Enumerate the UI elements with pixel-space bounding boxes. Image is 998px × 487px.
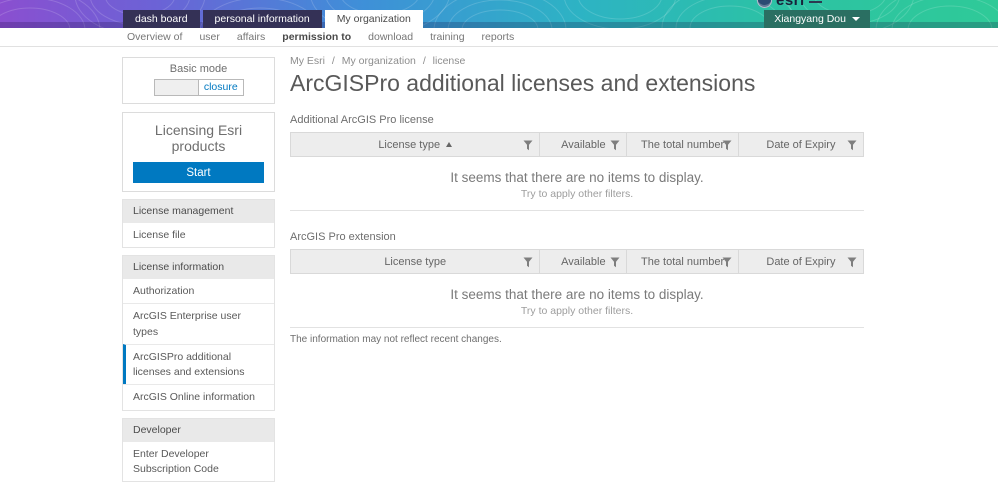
- column-header-total-number[interactable]: The total number: [627, 250, 739, 273]
- tab-my-organization[interactable]: My organization: [324, 10, 423, 28]
- primary-tabs: dash board personal information My organ…: [123, 10, 423, 28]
- breadcrumb-my-organization[interactable]: My organization: [342, 55, 416, 67]
- basic-mode-panel: Basic mode closure: [122, 57, 275, 104]
- sidebar-item-authorization[interactable]: Authorization: [123, 278, 274, 304]
- sidebar-item-arcgis-online-information[interactable]: ArcGIS Online information: [123, 384, 274, 410]
- sidebar-section-developer: Developer Enter Developer Subscription C…: [122, 417, 275, 482]
- start-button[interactable]: Start: [133, 162, 264, 183]
- esri-logo-text: esri: [776, 0, 805, 9]
- main-panel: My Esri / My organization / license ArcG…: [290, 47, 864, 345]
- sidebar-section-license-information: License information Authorization ArcGIS…: [122, 255, 275, 411]
- licensing-title: Licensing Esri products: [154, 122, 243, 154]
- esri-logo-subtext: [808, 0, 822, 3]
- column-header-date-of-expiry[interactable]: Date of Expiry: [739, 133, 863, 156]
- column-header-date-of-expiry[interactable]: Date of Expiry: [739, 250, 863, 273]
- esri-globe-icon: [757, 0, 772, 8]
- column-label: Date of Expiry: [766, 138, 836, 151]
- grid-header-row: License type Available The total number: [290, 249, 864, 274]
- column-header-available[interactable]: Available: [540, 250, 628, 273]
- empty-state-title: It seems that there are no items to disp…: [450, 287, 704, 302]
- column-header-available[interactable]: Available: [540, 133, 628, 156]
- content-area: Basic mode closure Licensing Esri produc…: [0, 47, 998, 487]
- sidebar-section-license-management: License management License file: [122, 199, 275, 249]
- filter-icon[interactable]: [847, 257, 857, 268]
- subnav-reports[interactable]: reports: [482, 31, 515, 43]
- chevron-down-icon: [852, 17, 860, 21]
- filter-icon[interactable]: [523, 257, 533, 268]
- sort-ascending-icon: [446, 142, 453, 147]
- subnav-overview[interactable]: Overview of: [127, 31, 182, 43]
- user-menu-button[interactable]: Xiangyang Dou: [764, 10, 870, 28]
- breadcrumb: My Esri / My organization / license: [290, 55, 864, 67]
- breadcrumb-license[interactable]: license: [433, 55, 466, 67]
- grid-empty-state: It seems that there are no items to disp…: [290, 274, 864, 328]
- toggle-empty-segment[interactable]: [154, 80, 199, 95]
- filter-icon[interactable]: [722, 140, 732, 151]
- subnav-download[interactable]: download: [368, 31, 413, 43]
- section-header: License information: [123, 256, 274, 279]
- sidebar: Basic mode closure Licensing Esri produc…: [122, 57, 275, 487]
- section-header: License management: [123, 200, 274, 222]
- subnav-permission-to[interactable]: permission to: [282, 31, 351, 43]
- breadcrumb-separator: /: [331, 55, 335, 67]
- basic-mode-toggle[interactable]: closure: [153, 79, 244, 96]
- column-label: The total number: [641, 255, 725, 268]
- filter-icon[interactable]: [523, 140, 533, 151]
- section-label-additional-license: Additional ArcGIS Pro license: [290, 114, 434, 126]
- column-label: Date of Expiry: [766, 255, 836, 268]
- grid-empty-state: It seems that there are no items to disp…: [290, 157, 864, 211]
- sidebar-item-enterprise-user-types[interactable]: ArcGIS Enterprise user types: [123, 303, 274, 344]
- subnav-affairs[interactable]: affairs: [237, 31, 265, 43]
- empty-state-subtitle: Try to apply other filters.: [520, 305, 634, 317]
- filter-icon[interactable]: [722, 257, 732, 268]
- sidebar-item-developer-subscription-code[interactable]: Enter Developer Subscription Code: [123, 440, 274, 481]
- secondary-nav: Overview of user affairs permission to d…: [0, 28, 998, 47]
- basic-mode-label: Basic mode: [169, 63, 228, 75]
- column-label: Available: [561, 138, 606, 151]
- grid-additional-arcgis-pro-license: License type Available The total number: [290, 132, 864, 211]
- empty-state-title: It seems that there are no items to disp…: [450, 170, 704, 185]
- section-label-pro-extension: ArcGIS Pro extension: [290, 231, 396, 243]
- subnav-training[interactable]: training: [430, 31, 464, 43]
- filter-icon[interactable]: [847, 140, 857, 151]
- filter-icon[interactable]: [610, 257, 620, 268]
- esri-logo[interactable]: esri: [757, 0, 822, 10]
- sidebar-item-arcgispro-additional-licenses[interactable]: ArcGISPro additional licenses and extens…: [123, 343, 274, 385]
- toggle-closure-label[interactable]: closure: [199, 80, 243, 95]
- tab-personal-information[interactable]: personal information: [202, 10, 322, 28]
- column-label: Available: [561, 255, 606, 268]
- subnav-user[interactable]: user: [199, 31, 219, 43]
- licensing-panel: Licensing Esri products Start: [122, 112, 275, 192]
- section-header: Developer: [123, 418, 274, 441]
- user-menu-label: Xiangyang Dou: [774, 13, 846, 25]
- column-label: The total number: [641, 138, 725, 151]
- page-title: ArcGISPro additional licenses and extens…: [290, 70, 756, 96]
- grid-arcgis-pro-extension: License type Available The total number: [290, 249, 864, 328]
- column-label: License type: [384, 255, 447, 268]
- column-header-license-type[interactable]: License type: [291, 133, 541, 156]
- breadcrumb-separator: /: [422, 55, 426, 67]
- grid-header-row: License type Available The total number: [290, 132, 864, 157]
- column-header-total-number[interactable]: The total number: [627, 133, 739, 156]
- sidebar-item-license-file[interactable]: License file: [123, 222, 274, 248]
- column-label: License type: [378, 138, 441, 151]
- column-header-license-type[interactable]: License type: [291, 250, 541, 273]
- top-banner: esri dash board personal information My …: [0, 0, 998, 28]
- breadcrumb-my-esri[interactable]: My Esri: [290, 55, 325, 67]
- empty-state-subtitle: Try to apply other filters.: [520, 188, 634, 200]
- tab-dashboard[interactable]: dash board: [123, 10, 200, 28]
- footnote: The information may not reflect recent c…: [290, 334, 502, 345]
- filter-icon[interactable]: [610, 140, 620, 151]
